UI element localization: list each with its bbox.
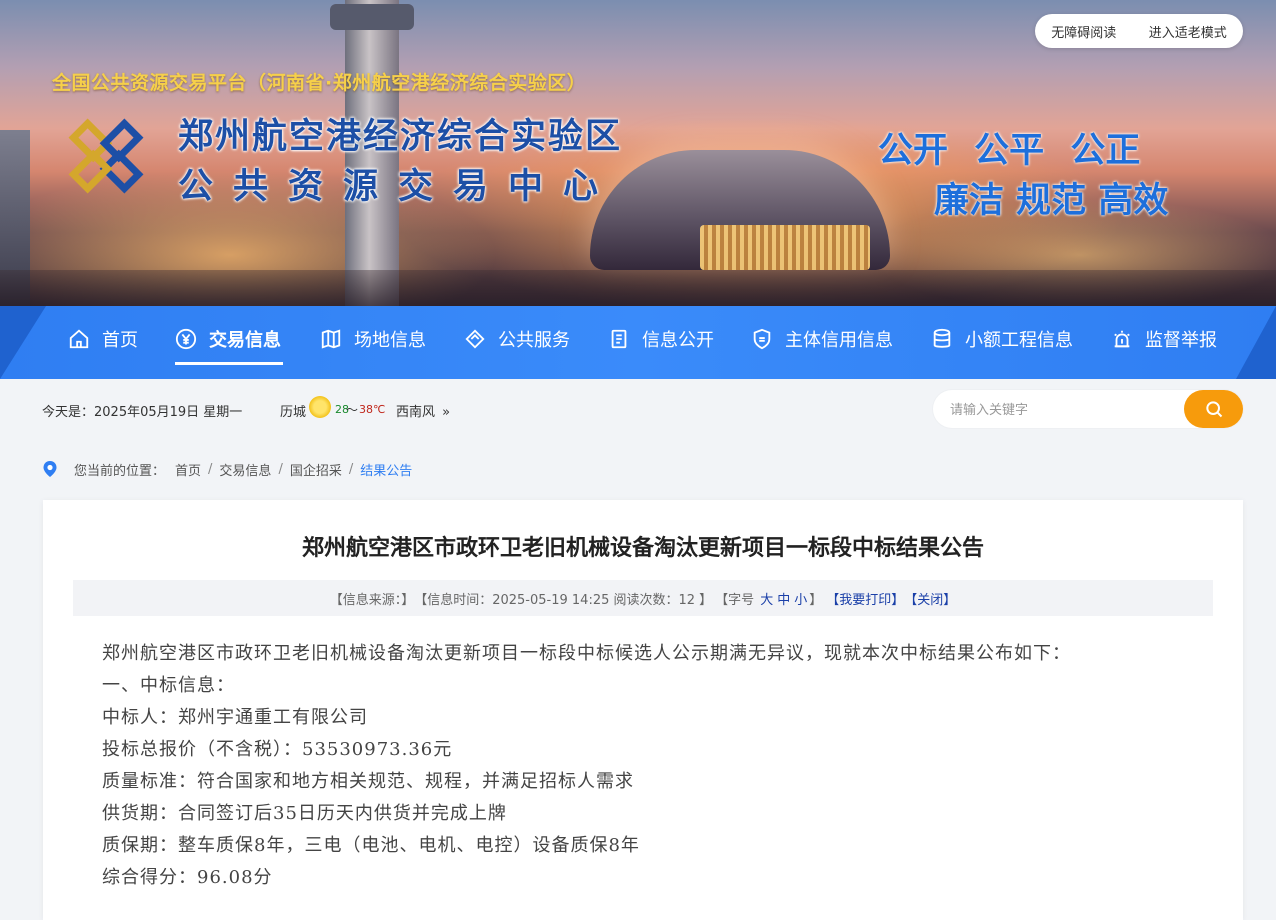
article-paragraph: 综合得分：96.08分 — [102, 867, 273, 888]
nav-item-supervision[interactable]: 监督举报 — [1111, 306, 1217, 372]
article-paragraph: 供货期：合同签订后35日历天内供货并完成上牌 — [102, 803, 507, 824]
breadcrumb-link-trade-info[interactable]: 交易信息 — [219, 460, 271, 479]
elder-mode-link[interactable]: 进入适老模式 — [1149, 22, 1227, 41]
banner-terminal-lights — [700, 225, 870, 270]
article-paragraph: 质保期：整车质保8年，三电（电池、电机、电控）设备质保8年 — [102, 835, 640, 856]
slogan-line-2: 廉洁 规范 高效 — [934, 181, 1169, 221]
document-icon — [611, 329, 627, 349]
article-title: 郑州航空港区市政环卫老旧机械设备淘汰更新项目一标段中标结果公告 — [301, 536, 984, 561]
nav-item-credit-info[interactable]: 主体信用信息 — [751, 306, 893, 372]
font-size-medium-button[interactable]: 中 — [777, 589, 790, 608]
logo-icon — [68, 118, 144, 194]
nav-label: 交易信息 — [209, 330, 281, 351]
temp-separator: ～ — [346, 403, 359, 417]
banner-road — [0, 270, 1276, 306]
diamond-icon — [465, 329, 485, 349]
meta-font-size-label: 【字号 — [715, 592, 755, 608]
credit-shield-icon — [753, 328, 771, 350]
brand-title: 郑州航空港经济综合实验区 — [178, 117, 623, 157]
font-size-large-button[interactable]: 大 — [760, 589, 773, 608]
yen-icon — [175, 328, 197, 350]
nav-item-home[interactable]: 首页 — [68, 306, 138, 372]
breadcrumb-prefix: 您当前的位置： — [74, 463, 166, 479]
nav-label: 首页 — [102, 330, 138, 351]
close-button[interactable]: 【关闭】 — [904, 589, 956, 608]
font-size-small-button[interactable]: 小 — [794, 589, 807, 608]
location-pin-icon — [43, 461, 57, 477]
meta-font-size-end: 】 — [809, 592, 823, 608]
article-paragraph: 投标总报价（不含税）：53530973.36元 — [102, 739, 453, 760]
accessibility-toolbar: 无障碍阅读 进入适老模式 — [1035, 14, 1243, 48]
breadcrumb: 您当前的位置： 首页 / 交易信息 / 国企招采 / 结果公告 — [42, 460, 412, 479]
nav-item-disclosure[interactable]: 信息公开 — [608, 306, 714, 372]
map-icon — [321, 329, 341, 349]
meta-source: 【信息来源：】 — [329, 592, 415, 608]
nav-label: 监督举报 — [1145, 330, 1217, 351]
nav-active-indicator — [175, 362, 283, 365]
nav-label: 场地信息 — [354, 330, 426, 351]
alarm-icon — [1114, 330, 1130, 348]
nav-wedge-left — [0, 306, 46, 379]
nav-item-small-projects[interactable]: 小额工程信息 — [931, 306, 1073, 372]
platform-title: 全国公共资源交易平台（河南省·郑州航空港经济综合实验区） — [52, 72, 587, 94]
nav-label: 小额工程信息 — [965, 330, 1073, 351]
weather-wind[interactable]: 西南风 » — [396, 401, 450, 420]
search-input[interactable] — [948, 397, 1172, 423]
article-paragraph: 质量标准：符合国家和地方相关规范、规程，并满足招标人需求 — [102, 771, 634, 792]
meta-time: 【信息时间：2025-05-19 14:25 阅读次数：12 】 — [414, 592, 713, 608]
breadcrumb-separator: / — [348, 461, 354, 477]
nav-wedge-right — [1236, 306, 1276, 379]
breadcrumb-link-soe-procurement[interactable]: 国企招采 — [290, 460, 342, 479]
current-date: 今天是：2025年05月19日 星期一 — [42, 405, 243, 420]
nav-label: 公共服务 — [498, 330, 570, 351]
print-button[interactable]: 【我要打印】 — [826, 589, 904, 608]
breadcrumb-link-home[interactable]: 首页 — [175, 460, 201, 479]
nav-item-venue-info[interactable]: 场地信息 — [320, 306, 426, 372]
wind-direction: 西南风 — [396, 405, 436, 420]
weather-city: 历城 — [280, 405, 307, 420]
article-body: 郑州航空港区市政环卫老旧机械设备淘汰更新项目一标段中标候选人公示期满无异议，现就… — [102, 638, 1202, 894]
breadcrumb-separator: / — [208, 461, 213, 477]
nav-label: 信息公开 — [642, 330, 714, 351]
double-chevron-right-icon: » — [442, 405, 451, 420]
database-icon — [933, 328, 951, 348]
breadcrumb-current[interactable]: 结果公告 — [360, 460, 412, 479]
slogan-line-1: 公开 公平 公正 — [878, 131, 1141, 171]
nav-label: 主体信用信息 — [785, 330, 893, 351]
article-paragraph: 郑州航空港区市政环卫老旧机械设备淘汰更新项目一标段中标候选人公示期满无异议，现就… — [102, 643, 1071, 664]
sunny-icon — [309, 396, 331, 418]
banner-tower-cap — [330, 4, 414, 30]
temp-high: 38℃ — [359, 403, 386, 416]
article-paragraph: 中标人：郑州宇通重工有限公司 — [102, 707, 368, 728]
search-icon — [1205, 401, 1222, 418]
search-button[interactable] — [1184, 390, 1243, 428]
article-paragraph: 一、中标信息： — [102, 675, 235, 696]
home-icon — [69, 329, 89, 349]
breadcrumb-separator: / — [278, 461, 283, 477]
brand-subtitle: 公共资源交易中心 — [178, 167, 619, 207]
accessibility-read-link[interactable]: 无障碍阅读 — [1051, 22, 1116, 41]
article-meta-bar: 【信息来源：】 【信息时间：2025-05-19 14:25 阅读次数：12 】… — [73, 580, 1213, 616]
nav-item-public-service[interactable]: 公共服务 — [464, 306, 570, 372]
